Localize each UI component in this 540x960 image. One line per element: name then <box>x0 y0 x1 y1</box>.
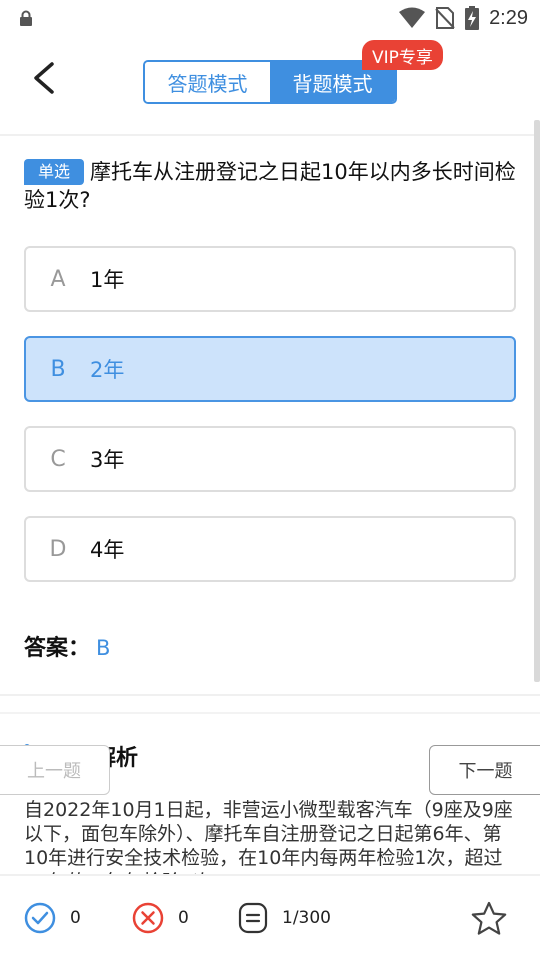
check-circle-icon <box>24 902 56 934</box>
lock-icon <box>20 10 32 26</box>
next-question-button[interactable]: 下一题 <box>429 745 540 795</box>
status-bar: 2:29 <box>0 0 540 36</box>
section-divider <box>0 712 540 714</box>
section-divider <box>0 694 540 696</box>
answer-label: 答案： <box>24 636 91 661</box>
question-list-icon <box>238 902 268 934</box>
option-text: 2年 <box>90 358 125 382</box>
vip-badge: VIP专享 <box>362 40 443 70</box>
question-text: 摩托车从注册登记之日起10年以内多长时间检验1次? <box>24 160 516 212</box>
scrollbar[interactable] <box>534 120 540 682</box>
option-text: 4年 <box>90 538 125 562</box>
correct-count-value: 0 <box>70 908 81 928</box>
explanation-body: 自2022年10月1日起，非营运小微型载客汽车（9座及9座以下，面包车除外）、摩… <box>24 799 513 874</box>
header: 答题模式 背题模式 VIP专享 <box>0 36 540 132</box>
tab-answer-mode[interactable]: 答题模式 <box>145 62 270 102</box>
option-c[interactable]: C 3年 <box>24 426 516 492</box>
status-icons: 2:29 <box>399 4 528 32</box>
question-type-tag: 单选 <box>24 159 85 185</box>
no-sim-icon <box>435 7 455 29</box>
cross-circle-icon <box>132 902 164 934</box>
status-time: 2:29 <box>489 6 528 29</box>
mode-switch: 答题模式 背题模式 <box>143 60 397 104</box>
header-divider <box>0 134 540 136</box>
option-letter: D <box>49 536 67 562</box>
star-icon[interactable] <box>470 900 508 938</box>
option-a[interactable]: A 1年 <box>24 246 516 312</box>
option-text: 1年 <box>90 268 125 292</box>
option-b[interactable]: B 2年 <box>24 336 516 402</box>
prev-question-button[interactable]: 上一题 <box>0 745 110 795</box>
battery-charging-icon <box>465 6 480 30</box>
back-arrow-icon[interactable] <box>26 58 60 98</box>
wifi-icon <box>399 7 426 28</box>
bottom-bar: 0 0 1/300 <box>0 874 540 960</box>
answer-row: 答案： B <box>24 630 110 662</box>
wrong-count[interactable]: 0 <box>132 902 189 934</box>
option-letter: B <box>50 356 66 382</box>
question-progress[interactable]: 1/300 <box>238 902 331 934</box>
answer-value: B <box>96 636 111 660</box>
wrong-count-value: 0 <box>178 908 189 928</box>
question: 单选 摩托车从注册登记之日起10年以内多长时间检验1次? <box>24 158 516 214</box>
option-d[interactable]: D 4年 <box>24 516 516 582</box>
option-text: 3年 <box>90 448 125 472</box>
correct-count[interactable]: 0 <box>24 902 81 934</box>
progress-value: 1/300 <box>282 908 331 928</box>
option-letter: C <box>50 446 66 472</box>
option-letter: A <box>50 266 66 292</box>
